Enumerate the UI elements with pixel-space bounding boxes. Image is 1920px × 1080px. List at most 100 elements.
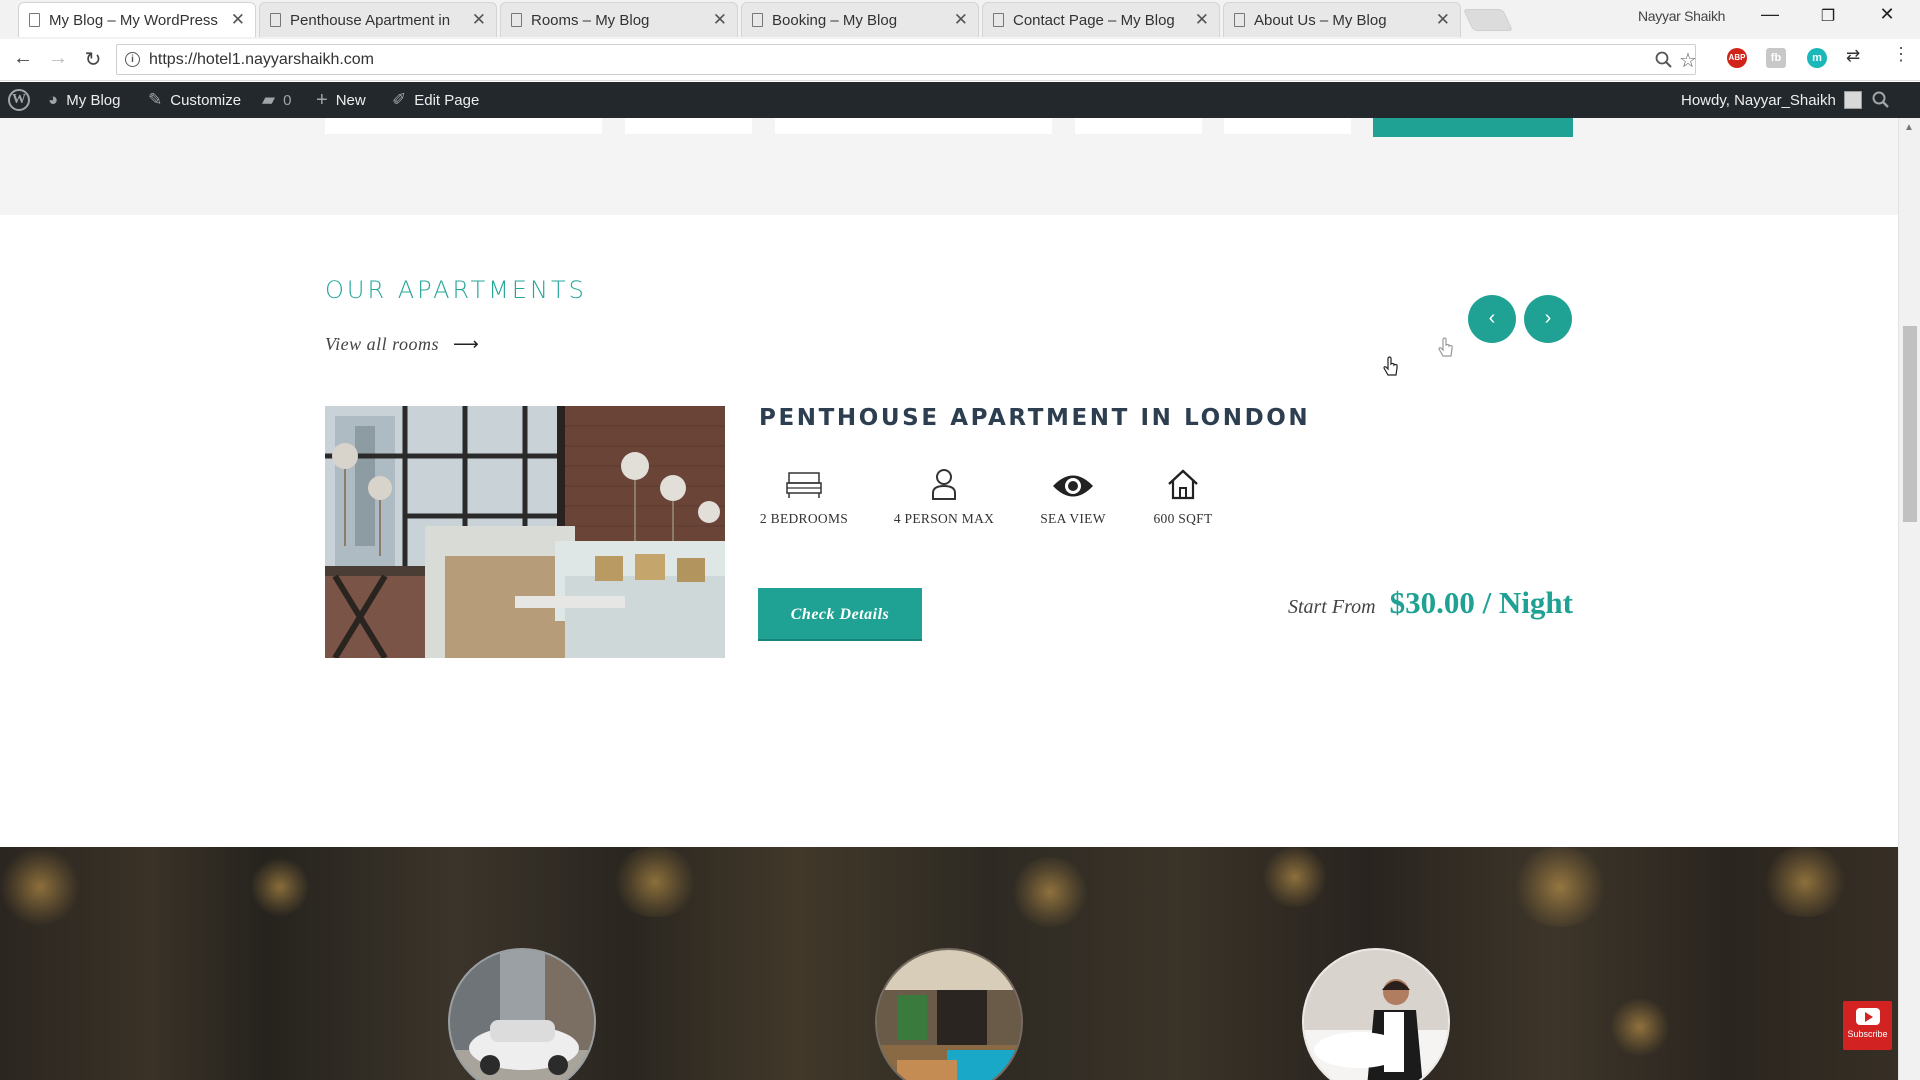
amenity-label: 600 SQFT xyxy=(1153,511,1213,526)
tab-contact[interactable]: Contact Page – My Blog ✕ xyxy=(982,2,1220,37)
bokeh-light xyxy=(1010,857,1090,927)
user-avatar xyxy=(1843,91,1862,109)
amenity-label: SEA VIEW xyxy=(1040,511,1106,526)
address-bar[interactable]: i https://hotel1.nayyarshaikh.com ☆ xyxy=(116,44,1697,75)
profile-name[interactable]: Nayyar Shaikh xyxy=(1638,8,1725,24)
carousel-next-button[interactable]: › xyxy=(1524,295,1572,343)
tab-penthouse[interactable]: Penthouse Apartment in ✕ xyxy=(259,2,497,37)
bokeh-light xyxy=(250,857,310,917)
wp-admin-bar: W ◕ My Blog ✎ Customize ▰ 0 + New ✐ Edit… xyxy=(0,82,1920,118)
browser-window: My Blog – My WordPress ✕ Penthouse Apart… xyxy=(0,0,1920,1080)
howdy-label: Howdy, Nayyar_Shaikh xyxy=(1681,91,1836,109)
tab-about[interactable]: About Us – My Blog ✕ xyxy=(1223,2,1461,37)
document-icon xyxy=(752,13,763,27)
bokeh-light xyxy=(1260,847,1330,907)
close-tab-icon[interactable]: ✕ xyxy=(954,10,968,30)
browser-toolbar: ← → ↻ i https://hotel1.nayyarshaikh.com … xyxy=(0,39,1920,81)
youtube-play-icon xyxy=(1855,1008,1880,1025)
rooms-select[interactable] xyxy=(1224,118,1351,134)
housekeeping-photo xyxy=(1304,950,1448,1080)
account-menu[interactable]: Howdy, Nayyar_Shaikh xyxy=(1681,82,1862,118)
url-text[interactable]: https://hotel1.nayyarshaikh.com xyxy=(149,51,374,69)
bokeh-light xyxy=(0,847,80,927)
amenity-label: 4 PERSON MAX xyxy=(893,511,995,526)
checkout-date-field[interactable] xyxy=(775,118,1052,134)
price-value: $30.00 / Night xyxy=(1389,585,1573,620)
new-content-link[interactable]: + New xyxy=(316,82,366,118)
edit-page-label: Edit Page xyxy=(414,91,480,109)
amenity-label: 2 BEDROOMS xyxy=(759,511,849,526)
close-tab-icon[interactable]: ✕ xyxy=(1436,10,1450,30)
booking-search-band xyxy=(0,118,1898,215)
close-window-icon[interactable]: ✕ xyxy=(1875,4,1899,25)
penthouse-photo xyxy=(325,406,725,658)
page-scrollbar[interactable]: ▲ xyxy=(1898,118,1920,1080)
room-title[interactable]: PENTHOUSE APARTMENT IN LONDON xyxy=(759,405,1310,431)
site-name-link[interactable]: ◕ My Blog xyxy=(48,82,120,118)
new-label: New xyxy=(335,91,366,109)
room-price: Start From $30.00 / Night xyxy=(1288,585,1573,621)
room-image[interactable] xyxy=(325,406,725,658)
tab-my-blog[interactable]: My Blog – My WordPress ✕ xyxy=(18,2,256,37)
plus-icon: + xyxy=(316,88,328,111)
close-tab-icon[interactable]: ✕ xyxy=(472,10,486,30)
carousel-prev-button[interactable]: ‹ xyxy=(1468,295,1516,343)
scrollbar-thumb[interactable] xyxy=(1903,326,1917,522)
menu-dots-icon[interactable]: ⋮ xyxy=(1892,44,1910,65)
adults-select[interactable] xyxy=(625,118,752,134)
forward-icon[interactable]: → xyxy=(45,47,71,70)
tab-strip: My Blog – My WordPress ✕ Penthouse Apart… xyxy=(0,0,1920,39)
subscribe-label: Subscribe xyxy=(1847,1029,1888,1039)
close-tab-icon[interactable]: ✕ xyxy=(1195,10,1209,30)
customize-link[interactable]: ✎ Customize xyxy=(148,82,241,118)
facebook-extension-icon[interactable]: fb xyxy=(1766,48,1786,68)
document-icon xyxy=(29,13,40,27)
youtube-subscribe-button[interactable]: Subscribe xyxy=(1843,1001,1892,1050)
search-icon xyxy=(1872,91,1889,108)
comments-link[interactable]: ▰ 0 xyxy=(262,82,291,118)
tab-title: Contact Page – My Blog xyxy=(1013,11,1175,29)
close-tab-icon[interactable]: ✕ xyxy=(713,10,727,30)
tab-title: Penthouse Apartment in xyxy=(290,11,451,29)
adblock-icon[interactable]: ABP xyxy=(1727,48,1747,68)
document-icon xyxy=(270,13,281,27)
view-all-rooms-link[interactable]: View all rooms ⟶ xyxy=(325,334,479,355)
wordpress-logo-icon: W xyxy=(8,89,30,111)
minimize-icon[interactable]: — xyxy=(1758,4,1782,25)
tab-title: Rooms – My Blog xyxy=(531,11,650,29)
search-rooms-button[interactable] xyxy=(1373,118,1573,137)
cast-icon[interactable]: ⇄ xyxy=(1846,46,1860,66)
tab-booking[interactable]: Booking – My Blog ✕ xyxy=(741,2,979,37)
bokeh-light xyxy=(1510,847,1610,927)
bookmark-star-icon[interactable]: ☆ xyxy=(1679,48,1697,73)
tab-title: About Us – My Blog xyxy=(1254,11,1387,29)
restore-icon[interactable]: ❐ xyxy=(1816,6,1840,26)
check-details-button[interactable]: Check Details xyxy=(758,588,922,641)
back-icon[interactable]: ← xyxy=(10,47,36,70)
edit-page-link[interactable]: ✐ Edit Page xyxy=(392,82,479,118)
new-tab-button[interactable] xyxy=(1462,9,1514,31)
pencil-icon: ✐ xyxy=(392,90,407,109)
house-icon xyxy=(1146,463,1220,503)
amenity-size: 600 SQFT xyxy=(1146,463,1220,527)
wp-logo-button[interactable]: W xyxy=(8,82,30,118)
close-tab-icon[interactable]: ✕ xyxy=(231,10,245,30)
checkin-date-field[interactable] xyxy=(325,118,602,134)
amenity-view: SEA VIEW xyxy=(1036,463,1110,527)
customize-label: Customize xyxy=(170,91,242,109)
lounge-photo xyxy=(877,950,1021,1080)
zoom-icon[interactable] xyxy=(1655,51,1673,74)
extension-m-icon[interactable]: m xyxy=(1807,48,1827,68)
scroll-up-arrow-icon[interactable]: ▲ xyxy=(1904,122,1914,133)
tab-rooms[interactable]: Rooms – My Blog ✕ xyxy=(500,2,738,37)
admin-search-button[interactable] xyxy=(1872,82,1890,118)
vintage-car-photo xyxy=(450,950,594,1080)
children-select[interactable] xyxy=(1075,118,1202,134)
reload-icon[interactable]: ↻ xyxy=(80,47,106,72)
comments-count: 0 xyxy=(283,91,292,109)
document-icon xyxy=(993,13,1004,27)
price-prefix: Start From xyxy=(1287,596,1376,618)
tab-title: Booking – My Blog xyxy=(772,11,898,29)
hand-cursor-ghost-icon xyxy=(1438,337,1453,357)
site-info-icon[interactable]: i xyxy=(125,52,140,67)
